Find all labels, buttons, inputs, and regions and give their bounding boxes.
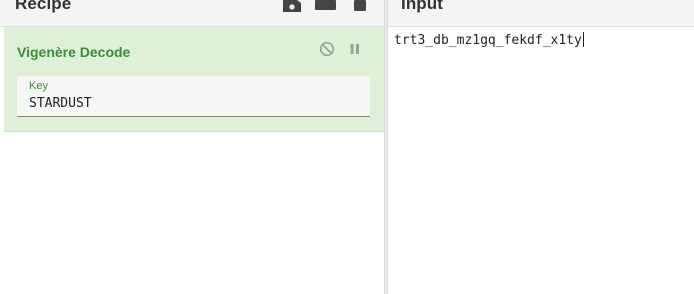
key-label: Key bbox=[29, 80, 48, 92]
folder-icon[interactable] bbox=[315, 0, 336, 10]
input-title: Input bbox=[401, 0, 444, 13]
input-pane: Input trt3_db_mz1gq_fekdf_x1ty bbox=[388, 0, 694, 294]
operation-vigenere-decode[interactable]: Vigenère Decode Key bbox=[4, 27, 384, 132]
delete-icon[interactable] bbox=[354, 0, 366, 11]
key-input[interactable] bbox=[29, 96, 349, 111]
input-text-content: trt3_db_mz1gq_fekdf_x1ty bbox=[394, 33, 582, 48]
input-textarea[interactable]: trt3_db_mz1gq_fekdf_x1ty bbox=[394, 32, 584, 48]
recipe-pane: Recipe Vigenère Decode Key bbox=[0, 0, 384, 294]
operation-title: Vigenère Decode bbox=[17, 44, 131, 60]
pause-icon[interactable] bbox=[349, 43, 361, 55]
save-icon[interactable] bbox=[283, 0, 301, 12]
recipe-header: Recipe bbox=[0, 0, 384, 27]
input-header: Input bbox=[388, 0, 694, 27]
text-cursor bbox=[582, 32, 584, 47]
recipe-title: Recipe bbox=[15, 0, 72, 13]
disable-icon[interactable] bbox=[319, 41, 335, 57]
key-field[interactable]: Key bbox=[17, 76, 370, 117]
